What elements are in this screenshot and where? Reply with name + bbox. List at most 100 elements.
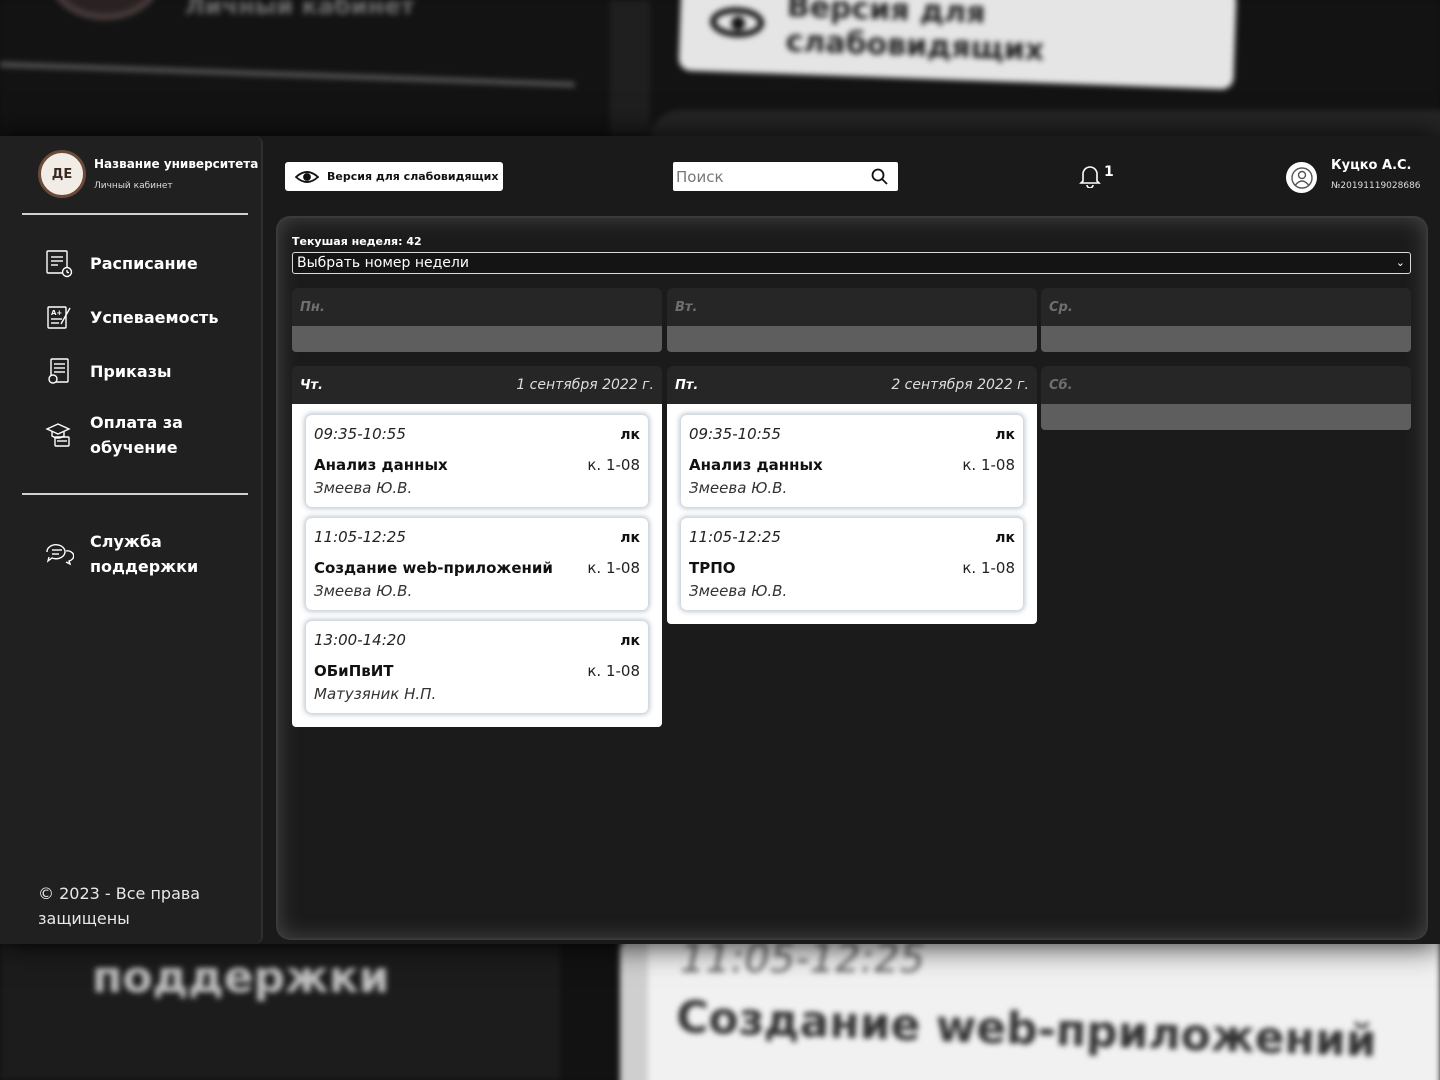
day-name: Пн. (300, 299, 325, 315)
notifications-count: 1 (1104, 164, 1114, 180)
lesson-name: ТРПО (689, 559, 736, 577)
day-column-tuesday: Вт. (667, 288, 1037, 352)
sidebar-item-orders[interactable]: Приказы (44, 356, 171, 386)
day-name: Вт. (675, 299, 698, 315)
day-header: Пт. 2 сентября 2022 г. (667, 366, 1037, 404)
backdrop-panel-edge (610, 0, 650, 136)
sidebar-item-schedule[interactable]: Расписание (44, 248, 198, 278)
day-empty-bar (667, 326, 1037, 352)
day-empty-bar (292, 326, 662, 352)
day-header: Чт. 1 сентября 2022 г. (292, 366, 662, 404)
backdrop-accessibility-button: Версия для слабовидящих (678, 0, 1237, 90)
sidebar-divider-top (22, 213, 248, 215)
sidebar-item-label: Расписание (90, 253, 198, 273)
lesson-card[interactable]: 13:00-14:20 лк ОБиПвИТ к. 1-08 Матузяник… (306, 621, 648, 713)
lesson-time: 09:35-10:55 (314, 425, 406, 443)
avatar (1286, 162, 1317, 193)
lesson-time: 11:05-12:25 (314, 528, 406, 546)
lesson-card[interactable]: 11:05-12:25 лк Создание web-приложений к… (306, 518, 648, 610)
current-week-label: Текушая неделя: 42 (292, 235, 422, 248)
lesson-room: к. 1-08 (587, 559, 640, 577)
day-name: Сб. (1049, 377, 1073, 393)
brand[interactable]: ДЕ Название университета Личный кабинет (38, 150, 258, 198)
search-icon[interactable] (871, 168, 888, 185)
university-name: Название университета (94, 157, 259, 171)
day-header: Ср. (1041, 288, 1411, 326)
lesson-time: 09:35-10:55 (689, 425, 781, 443)
day-date: 1 сентября 2022 г. (516, 377, 654, 393)
lesson-type: лк (620, 633, 640, 649)
day-header: Пн. (292, 288, 662, 326)
sidebar-item-label: Оплата за обучение (90, 413, 183, 457)
user-profile[interactable]: Куцко А.С. №20191119028686 (1286, 158, 1421, 193)
university-logo: ДЕ (38, 150, 86, 198)
sidebar-item-support[interactable]: Служба поддержки (44, 529, 244, 579)
lesson-card[interactable]: 09:35-10:55 лк Анализ данных к. 1-08 Зме… (681, 415, 1023, 507)
brand-text: Название университета Личный кабинет (94, 157, 258, 191)
day-name: Чт. (300, 377, 323, 393)
day-header: Вт. (667, 288, 1037, 326)
user-id: №20191119028686 (1331, 181, 1421, 191)
lesson-room: к. 1-08 (962, 559, 1015, 577)
week-select-value: Выбрать номер недели (297, 255, 469, 271)
support-chat-icon (46, 544, 74, 566)
day-empty-bar (1041, 404, 1411, 430)
accessibility-button[interactable]: Версия для слабовидящих (285, 162, 503, 191)
user-info: Куцко А.С. №20191119028686 (1331, 158, 1421, 193)
backdrop-divider (0, 62, 575, 88)
sidebar-item-grades[interactable]: A+ Успеваемость (44, 302, 218, 332)
lesson-teacher: Змеева Ю.В. (689, 582, 788, 600)
day-column-saturday: Сб. (1041, 366, 1411, 430)
backdrop-eye-icon (709, 6, 765, 39)
sidebar-item-payment[interactable]: Оплата за обучение (44, 410, 244, 460)
backdrop-cabinet-text: Личный кабинет (185, 0, 415, 20)
day-name: Пт. (675, 377, 699, 393)
lesson-teacher: Змеева Ю.В. (689, 479, 788, 497)
payment-icon (45, 423, 71, 447)
backdrop-accessibility-label: Версия для слабовидящих (785, 0, 1045, 69)
eye-icon (295, 170, 319, 183)
day-name: Ср. (1049, 299, 1073, 315)
lesson-type: лк (620, 530, 640, 546)
lesson-card[interactable]: 11:05-12:25 лк ТРПО к. 1-08 Змеева Ю.В. (681, 518, 1023, 610)
lesson-type: лк (620, 427, 640, 443)
day-column-monday: Пн. (292, 288, 662, 352)
orders-icon (48, 358, 69, 384)
search-box (673, 162, 898, 191)
lesson-type: лк (995, 427, 1015, 443)
lesson-name: Анализ данных (314, 456, 448, 474)
grades-icon: A+ (47, 306, 71, 329)
day-column-thursday: Чт. 1 сентября 2022 г. 09:35-10:55 лк Ан… (292, 366, 662, 727)
copyright: © 2023 - Все права защищены (38, 884, 201, 928)
schedule-panel: Текушая неделя: 42 Выбрать номер недели … (278, 218, 1426, 938)
chevron-down-icon: ⌄ (1395, 256, 1405, 269)
week-number-select[interactable]: Выбрать номер недели ⌄ (292, 252, 1411, 274)
user-icon (1290, 166, 1313, 189)
bell-icon (1079, 166, 1101, 188)
lesson-time: 11:05-12:25 (689, 528, 781, 546)
backdrop-logo (50, 0, 160, 20)
accessibility-label: Версия для слабовидящих (327, 170, 499, 183)
sidebar-divider-bottom (22, 493, 248, 495)
day-empty-bar (1041, 326, 1411, 352)
svg-text:A+: A+ (51, 309, 62, 317)
schedule-icon (46, 250, 73, 278)
lesson-teacher: Матузяник Н.П. (314, 685, 437, 703)
lesson-type: лк (995, 530, 1015, 546)
lesson-time: 13:00-14:20 (314, 631, 406, 649)
lesson-name: ОБиПвИТ (314, 662, 394, 680)
notifications-button[interactable]: 1 (1079, 164, 1114, 188)
lesson-card[interactable]: 09:35-10:55 лк Анализ данных к. 1-08 Зме… (306, 415, 648, 507)
lesson-teacher: Змеева Ю.В. (314, 479, 413, 497)
day-date: 2 сентября 2022 г. (891, 377, 1029, 393)
sidebar-item-label: Служба поддержки (90, 532, 199, 576)
backdrop-top: Личный кабинет Версия для слабовидящих (0, 0, 1440, 150)
lesson-name: Создание web-приложений (314, 559, 553, 577)
lesson-name: Анализ данных (689, 456, 823, 474)
cabinet-label: Личный кабинет (94, 181, 173, 191)
day-header: Сб. (1041, 366, 1411, 404)
day-column-friday: Пт. 2 сентября 2022 г. 09:35-10:55 лк Ан… (667, 366, 1037, 624)
user-name: Куцко А.С. (1331, 158, 1412, 173)
search-input[interactable] (673, 163, 863, 190)
backdrop-support-text: поддержки (92, 952, 390, 1003)
